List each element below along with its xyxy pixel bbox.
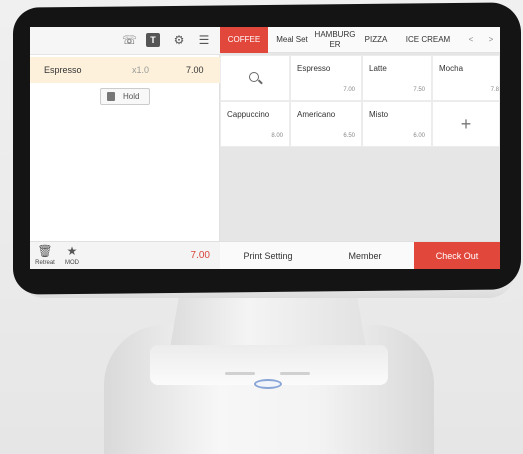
tab-meal-set[interactable]: Meal Set: [270, 27, 314, 53]
pos-screen: ☏ T ⚙ ☰ Espresso x1.0 7.00 Hold 🗑 Retrea…: [30, 27, 500, 269]
order-toolbar: ☏ T ⚙ ☰: [30, 27, 220, 55]
member-button[interactable]: Member: [316, 242, 414, 269]
product-price: 6.50: [343, 133, 355, 139]
mod-label: MOD: [65, 260, 79, 266]
action-bar: Print Setting Member Check Out: [220, 241, 500, 269]
product-tile[interactable]: Americano 6.50: [290, 101, 362, 147]
t-icon[interactable]: T: [146, 33, 160, 47]
search-icon: [249, 72, 259, 82]
product-tile[interactable]: Latte 7.50: [362, 55, 432, 101]
phone-icon[interactable]: ☏: [122, 33, 137, 47]
order-item-price: 7.00: [186, 65, 204, 75]
product-tile[interactable]: Cappuccino 8.00: [220, 101, 290, 147]
add-product-button[interactable]: +: [432, 101, 500, 147]
power-button[interactable]: [254, 379, 282, 389]
tab-next-arrow[interactable]: >: [482, 27, 500, 53]
order-item-name: Espresso: [44, 65, 82, 75]
product-name: Cappuccino: [227, 110, 270, 119]
hold-button[interactable]: Hold: [100, 88, 150, 105]
search-product-button[interactable]: [220, 55, 290, 101]
product-price: 6.00: [413, 133, 425, 139]
product-name: Americano: [297, 110, 336, 119]
order-line[interactable]: Espresso x1.0 7.00: [30, 57, 220, 83]
gear-icon[interactable]: ⚙: [172, 33, 186, 47]
tab-pizza[interactable]: PIZZA: [358, 27, 394, 53]
tab-prev-arrow[interactable]: <: [462, 27, 480, 53]
order-footer: 🗑 Retreat ★ MOD 7.00: [30, 241, 220, 269]
product-tile[interactable]: Misto 6.00: [362, 101, 432, 147]
vent: [225, 372, 255, 375]
tab-hamburger[interactable]: HAMBURG ER: [314, 27, 356, 53]
product-name: Espresso: [297, 64, 331, 73]
product-tile[interactable]: Mocha 7.8: [432, 55, 500, 101]
product-name: Misto: [369, 110, 389, 119]
product-grid: Espresso 7.00 Latte 7.50 Mocha 7.8 Cappu…: [220, 55, 500, 151]
product-tile[interactable]: Espresso 7.00: [290, 55, 362, 101]
retreat-label: Retreat: [35, 260, 55, 266]
pos-terminal-photo: ☏ T ⚙ ☰ Espresso x1.0 7.00 Hold 🗑 Retrea…: [0, 0, 523, 454]
print-setting-button[interactable]: Print Setting: [220, 242, 316, 269]
list-icon[interactable]: ☰: [197, 33, 211, 47]
order-total: 7.00: [190, 250, 210, 261]
product-price: 8.00: [271, 133, 283, 139]
tab-coffee[interactable]: COFFEE: [220, 27, 268, 53]
checkout-button[interactable]: Check Out: [414, 242, 500, 269]
product-name: Latte: [369, 64, 387, 73]
trash-icon[interactable]: 🗑: [34, 244, 56, 258]
star-icon[interactable]: ★: [61, 244, 83, 258]
category-tabs: COFFEE Meal Set HAMBURG ER PIZZA ICE CRE…: [220, 27, 500, 53]
product-panel: COFFEE Meal Set HAMBURG ER PIZZA ICE CRE…: [220, 27, 500, 269]
product-price: 7.50: [413, 87, 425, 93]
order-panel: ☏ T ⚙ ☰ Espresso x1.0 7.00 Hold 🗑 Retrea…: [30, 27, 220, 269]
tab-ice-cream[interactable]: ICE CREAM: [396, 27, 460, 53]
product-name: Mocha: [439, 64, 464, 73]
product-price: 7.00: [343, 87, 355, 93]
product-price: 7.8: [490, 87, 499, 93]
hold-label: Hold: [123, 92, 140, 101]
vent: [280, 372, 310, 375]
order-item-qty: x1.0: [132, 65, 150, 75]
plus-icon: +: [460, 114, 472, 134]
printer-icon: [107, 92, 115, 101]
